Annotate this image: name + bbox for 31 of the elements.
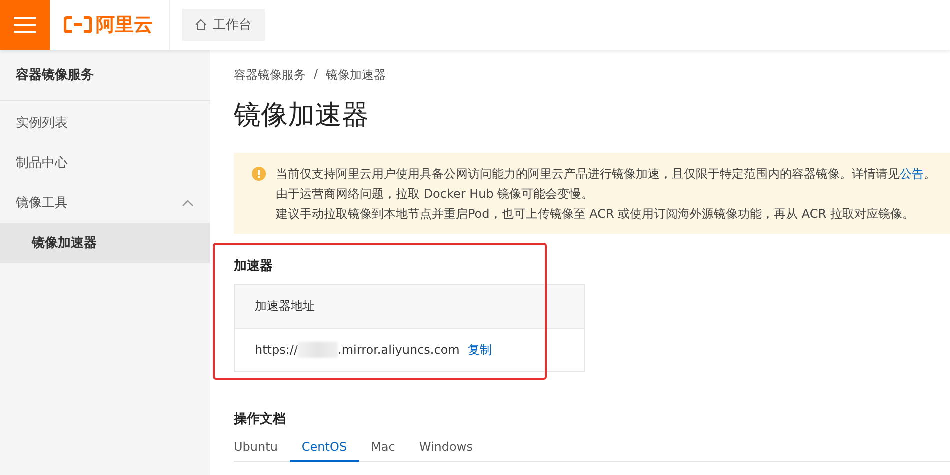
column-header: 加速器地址 — [255, 298, 315, 315]
notice-text: 当前仅支持阿里云用户使用具备公网访问能力的阿里云产品进行镜像加速，且仅限于特定范围内的容器镜像。详情请见公告。 — [276, 166, 936, 183]
accelerator-url: .mirror.aliyuncs.com — [338, 343, 460, 357]
breadcrumb-separator: / — [314, 67, 318, 83]
home-icon — [195, 19, 207, 31]
menu-button[interactable] — [0, 0, 50, 50]
workbench-button[interactable]: 工作台 — [182, 9, 265, 41]
page-title: 镜像加速器 — [234, 99, 370, 133]
redaction-blur — [298, 342, 338, 358]
warning-icon — [252, 167, 266, 181]
sidebar-item[interactable]: 实例列表 — [0, 103, 210, 143]
breadcrumb-item[interactable]: 容器镜像服务 — [234, 67, 306, 84]
sidebar-item[interactable]: 镜像加速器 — [0, 223, 210, 263]
menu-icon — [14, 17, 36, 33]
logo-icon — [64, 16, 92, 34]
os-tab[interactable]: Mac — [359, 436, 408, 462]
os-tab[interactable]: CentOS — [290, 436, 360, 462]
sidebar-item[interactable]: 镜像工具 — [0, 183, 210, 223]
breadcrumb-item: 镜像加速器 — [326, 67, 386, 84]
announcement-link[interactable]: 公告 — [900, 167, 924, 181]
notice-text: 建议手动拉取镜像到本地节点并重启Pod，也可上传镜像至 ACR 或使用订阅海外源镜像功能，再从 ACR 拉取对应镜像。 — [276, 206, 916, 223]
os-tab[interactable]: Ubuntu — [234, 436, 290, 462]
os-tab[interactable]: Windows — [407, 436, 485, 462]
accelerator-url: https:// — [255, 343, 298, 357]
logo-text: 阿里云 — [96, 13, 153, 38]
sidebar-title: 容器镜像服务 — [0, 50, 210, 101]
sidebar-item[interactable]: 制品中心 — [0, 143, 210, 183]
section-title: 操作文档 — [234, 410, 287, 428]
notice-text: 由于运营商网络问题，拉取 Docker Hub 镜像可能会变慢。 — [276, 186, 595, 203]
copy-link[interactable]: 复制 — [468, 342, 492, 358]
section-title: 加速器 — [234, 258, 274, 275]
